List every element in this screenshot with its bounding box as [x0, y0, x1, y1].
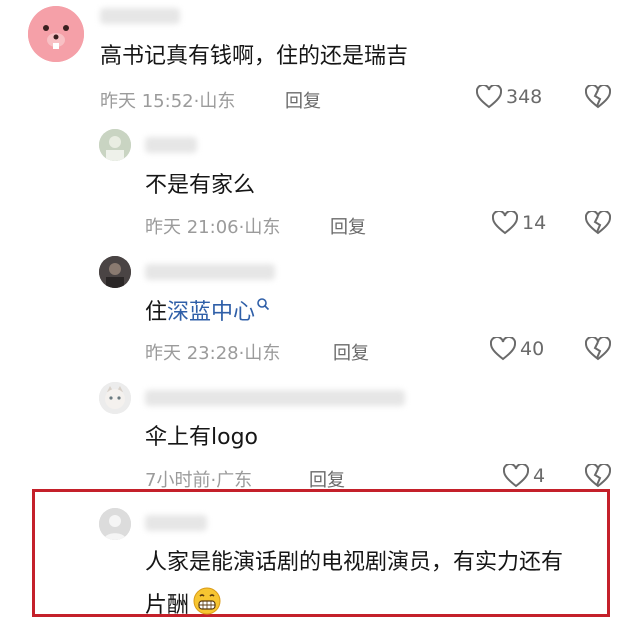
comment-1: 高书记真有钱啊，住的还是瑞吉 昨天 15:52·山东 回复 348: [0, 0, 640, 120]
comment-location: 山东: [199, 91, 236, 112]
comment-location: 山东: [244, 217, 281, 238]
like-button[interactable]: 40: [490, 337, 544, 361]
broken-heart-icon: [584, 83, 612, 109]
comment-text-line-1: 人家是能演话剧的电视剧演员，有实力还有: [145, 550, 564, 575]
comment-text-prefix: 住: [145, 300, 168, 325]
avatar[interactable]: [99, 129, 131, 161]
heart-icon: [490, 337, 516, 361]
comment-location: 山东: [244, 343, 281, 364]
reply-button[interactable]: 回复: [285, 87, 321, 113]
comment-4: 伞上有logo 7小时前·广东 回复 4: [0, 371, 640, 492]
reply-button[interactable]: 回复: [330, 213, 366, 239]
dislike-button[interactable]: [584, 335, 612, 365]
dislike-button[interactable]: [584, 83, 612, 113]
person-photo-icon: [99, 129, 131, 161]
username-blurred[interactable]: [145, 264, 275, 280]
comment-location: 广东: [216, 470, 253, 491]
pink-creature-avatar-icon: [28, 6, 84, 62]
comment-5: 人家是能演话剧的电视剧演员，有实力还有 片酬: [0, 489, 640, 622]
avatar[interactable]: [28, 6, 84, 62]
comment-time: 昨天 23:28: [145, 343, 239, 364]
comment-3: 住深蓝中心 昨天 23:28·山东 回复 40: [0, 245, 640, 371]
comment-time: 昨天 21:06: [145, 217, 239, 238]
like-count: 40: [520, 338, 545, 360]
comment-meta: 昨天 15:52·山东: [100, 87, 235, 113]
broken-heart-icon: [584, 462, 612, 488]
comment-text: 高书记真有钱啊，住的还是瑞吉: [100, 44, 409, 69]
broken-heart-icon: [584, 335, 612, 361]
avatar[interactable]: [99, 256, 131, 288]
search-link[interactable]: 深蓝中心: [167, 300, 255, 325]
dislike-button[interactable]: [584, 462, 612, 492]
username-blurred[interactable]: [145, 390, 405, 406]
like-button[interactable]: 14: [492, 211, 546, 235]
heart-icon: [476, 85, 502, 109]
comment-text: 不是有家么: [145, 173, 256, 198]
avatar[interactable]: [99, 508, 131, 540]
like-button[interactable]: 4: [503, 464, 545, 488]
comment-2: 不是有家么 昨天 21:06·山东 回复 14: [0, 120, 640, 245]
comment-text-line-2-text: 片酬: [145, 593, 190, 618]
reply-button[interactable]: 回复: [333, 339, 369, 365]
comment-meta: 昨天 21:06·山东: [145, 213, 280, 239]
like-button[interactable]: 348: [476, 85, 542, 109]
dislike-button[interactable]: [584, 209, 612, 239]
heart-icon: [503, 464, 529, 488]
heart-icon: [492, 211, 518, 235]
grin-emoji-icon: [193, 587, 221, 615]
broken-heart-icon: [584, 209, 612, 235]
like-count: 4: [533, 465, 546, 487]
comment-text: 住深蓝中心: [145, 297, 270, 328]
comment-time: 7小时前: [145, 470, 211, 491]
like-count: 348: [506, 86, 543, 108]
comment-text: 伞上有logo: [145, 425, 258, 450]
like-count: 14: [522, 212, 547, 234]
comment-meta: 昨天 23:28·山东: [145, 339, 280, 365]
username-blurred[interactable]: [145, 137, 197, 153]
username-blurred[interactable]: [145, 515, 207, 531]
comment-text-line-2: 片酬: [145, 586, 222, 621]
avatar[interactable]: [99, 382, 131, 414]
cat-photo-icon: [99, 382, 131, 414]
default-user-icon: [99, 508, 131, 540]
search-icon[interactable]: [256, 297, 270, 311]
comment-time: 昨天 15:52: [100, 91, 194, 112]
person-photo-icon: [99, 256, 131, 288]
username-blurred[interactable]: [100, 8, 180, 24]
